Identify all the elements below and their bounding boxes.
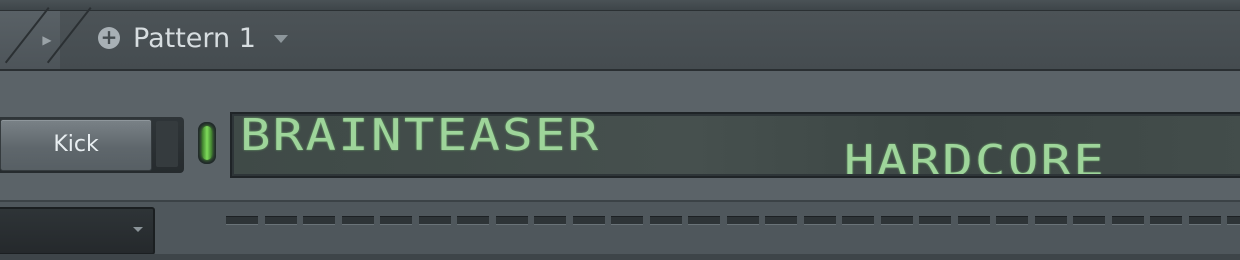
add-pattern-icon[interactable]: + — [98, 27, 120, 49]
channel-name-button[interactable]: Kick — [0, 117, 184, 173]
step-button[interactable] — [265, 216, 297, 225]
step-sequencer — [226, 216, 1240, 226]
channel-display[interactable]: BRAINTEASER HARDCORE — [230, 112, 1240, 178]
channel-mute-led[interactable] — [198, 122, 216, 164]
step-button[interactable] — [611, 216, 643, 225]
step-button[interactable] — [496, 216, 528, 225]
step-button[interactable] — [573, 216, 605, 225]
step-button[interactable] — [996, 216, 1028, 225]
chevron-down-icon[interactable] — [133, 227, 143, 232]
chevron-down-icon[interactable] — [274, 35, 288, 43]
step-button[interactable] — [1073, 216, 1105, 225]
channel-select-strip[interactable] — [156, 121, 178, 167]
step-button[interactable] — [842, 216, 874, 225]
step-button[interactable] — [380, 216, 412, 225]
bottom-row — [0, 200, 1240, 260]
step-button[interactable] — [650, 216, 682, 225]
step-button[interactable] — [457, 216, 489, 225]
step-button[interactable] — [881, 216, 913, 225]
led-light — [202, 126, 212, 160]
pattern-toolbar: ▶ + Pattern 1 — [0, 7, 1240, 71]
channel-rack-window: ▶ + Pattern 1 Kick BRAINTEASER HARDCORE — [0, 0, 1240, 260]
step-button[interactable] — [958, 216, 990, 225]
step-button[interactable] — [727, 216, 759, 225]
step-button[interactable] — [534, 216, 566, 225]
display-panel: BRAINTEASER HARDCORE — [234, 116, 1240, 174]
step-button[interactable] — [303, 216, 335, 225]
display-line-2: HARDCORE — [844, 136, 1107, 175]
pattern-selector[interactable]: + Pattern 1 — [96, 23, 306, 55]
step-button[interactable] — [1227, 216, 1240, 225]
pattern-name[interactable]: Pattern 1 — [133, 23, 256, 55]
bottom-edge — [0, 254, 1240, 260]
step-button[interactable] — [1035, 216, 1067, 225]
toolbar-left-section: ▶ — [0, 7, 92, 69]
expand-arrow-icon[interactable]: ▶ — [40, 29, 54, 51]
channel-name-label: Kick — [53, 132, 99, 157]
step-button[interactable] — [919, 216, 951, 225]
channel-name-face[interactable]: Kick — [0, 119, 152, 171]
step-button[interactable] — [1150, 216, 1182, 225]
step-button[interactable] — [419, 216, 451, 225]
step-button[interactable] — [765, 216, 797, 225]
step-button[interactable] — [804, 216, 836, 225]
display-line-1: BRAINTEASER — [240, 116, 601, 161]
step-button[interactable] — [1112, 216, 1144, 225]
step-button[interactable] — [342, 216, 374, 225]
filter-dropdown[interactable] — [0, 207, 155, 255]
step-button[interactable] — [688, 216, 720, 225]
step-button[interactable] — [226, 216, 258, 225]
step-button[interactable] — [1189, 216, 1221, 225]
channel-row: Kick BRAINTEASER HARDCORE — [0, 70, 1240, 200]
